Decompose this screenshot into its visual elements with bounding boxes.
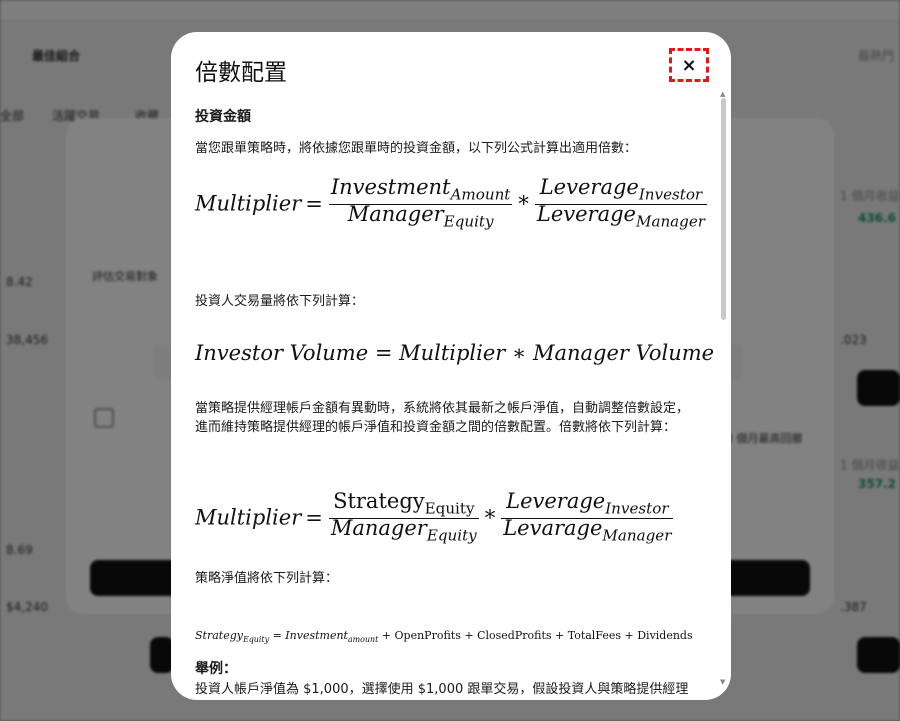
- formula-investor-volume: Investor Volume = Multiplier ∗ Manager V…: [195, 341, 715, 365]
- section-heading: 投資金額: [195, 109, 251, 125]
- intro-text: 當您跟單策略時，將依據您跟單時的投資金額，以下列公式計算出適用倍數：: [195, 141, 638, 156]
- close-icon: ×: [681, 54, 697, 76]
- formula-multiplier-amount: Multiplier = InvestmentAmount ManagerEquity…: [195, 175, 708, 231]
- modal-title: 倍數配置: [195, 60, 287, 86]
- scrollbar[interactable]: ▲ ▼: [719, 90, 727, 686]
- scroll-down-arrow-icon[interactable]: ▼: [720, 678, 725, 686]
- formula-multiplier-equity: Multiplier = StrategyEquity ManagerEquity * L…: [195, 489, 674, 545]
- example-heading: 舉例：: [195, 661, 237, 677]
- scroll-up-arrow-icon[interactable]: ▲: [720, 90, 725, 98]
- close-button[interactable]: ×: [669, 48, 709, 82]
- multiplier-modal: 倍數配置 × ▲ ▼ 投資金額 當您跟單策略時，將依據您跟單時的投資金額，以下列…: [171, 32, 731, 700]
- equity-change-text: 當策略提供經理帳戶金額有異動時，系統將依其最新之帳戶淨值，自動調整倍數設定，進而…: [195, 401, 690, 435]
- strategy-equity-text: 策略淨值將依下列計算：: [195, 571, 339, 586]
- scrollbar-thumb[interactable]: [721, 98, 726, 320]
- example-text: 投資人帳戶淨值為 $1,000，選擇使用 $1,000 跟單交易，假設投資人與策…: [195, 682, 689, 697]
- formula-strategy-equity: StrategyEquity = Investmentamount + Open…: [195, 629, 693, 644]
- volume-text: 投資人交易量將依下列計算：: [195, 294, 365, 309]
